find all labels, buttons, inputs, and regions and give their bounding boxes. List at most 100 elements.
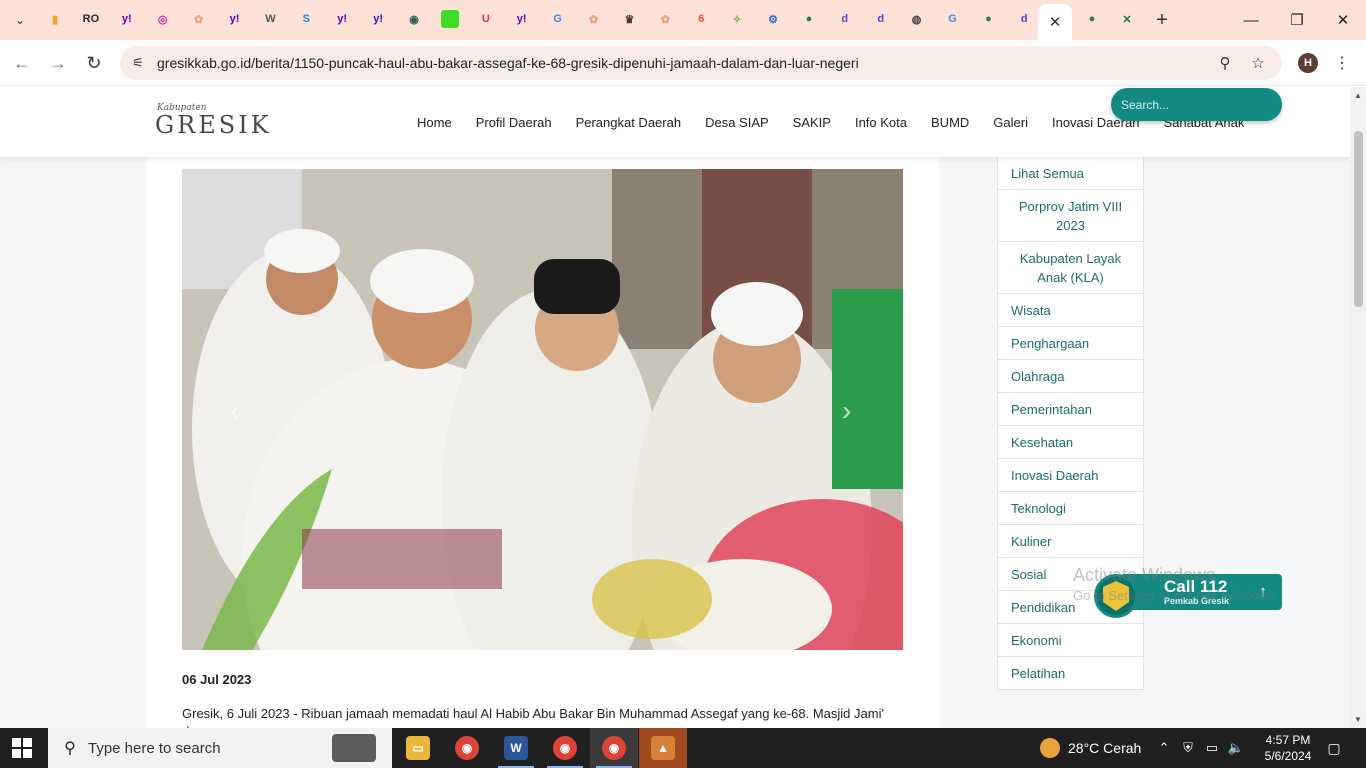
new-tab-plus-icon[interactable]: + [1150, 8, 1174, 32]
analytics-icon[interactable]: ▮ [46, 10, 64, 28]
scroll-up-icon[interactable]: ▲ [1354, 91, 1362, 100]
nav-item-desa-siap[interactable]: Desa SIAP [693, 115, 781, 130]
forward-arrow-icon[interactable]: → [46, 51, 70, 75]
search-highlight-camera-icon[interactable] [332, 734, 376, 762]
six-icon[interactable]: 6 [692, 10, 710, 28]
page-viewport: Kabupaten GRESIK Home Profil Daerah Perang… [0, 87, 1350, 728]
chrome-profile-app[interactable]: ◉ [541, 728, 589, 768]
leaf-icon[interactable]: ✧ [728, 10, 746, 28]
u-icon[interactable]: U [477, 10, 495, 28]
gear-icon[interactable]: ⚙ [764, 10, 782, 28]
category-lihat-semua[interactable]: Lihat Semua [998, 157, 1143, 190]
site-search[interactable] [1111, 88, 1282, 121]
reload-icon[interactable]: ↻ [82, 51, 106, 75]
ro-icon[interactable]: RO [82, 10, 100, 28]
category-pelatihan[interactable]: Pelatihan [998, 657, 1143, 690]
chrome-icon: ◉ [455, 736, 479, 760]
category-inovasi-daerah[interactable]: Inovasi Daerah [998, 459, 1143, 492]
minimize-icon[interactable]: — [1238, 8, 1264, 32]
green-dot-icon[interactable]: ● [979, 10, 997, 28]
category-wisata[interactable]: Wisata [998, 294, 1143, 327]
url-text[interactable]: gresikkab.go.id/berita/1150-puncak-haul-… [157, 55, 859, 71]
s-icon[interactable]: S [297, 10, 315, 28]
weather-text[interactable]: 28°C Cerah [1068, 740, 1141, 756]
notification-icon[interactable]: ▢ [1324, 738, 1344, 758]
system-clock[interactable]: 4:57 PM 5/6/2024 [1258, 732, 1318, 764]
page-scrollbar[interactable]: ▲ ▼ [1350, 87, 1366, 728]
nav-item-bumd[interactable]: BUMD [919, 115, 981, 130]
photos-app[interactable]: ▲ [639, 728, 687, 768]
carousel-prev-icon[interactable]: ‹ [230, 395, 239, 427]
zoom-icon[interactable]: ⚲ [1215, 53, 1235, 73]
weather-icon[interactable] [1040, 738, 1060, 758]
category-kesehatan[interactable]: Kesehatan [998, 426, 1143, 459]
chrome-active-app[interactable]: ◉ [590, 728, 638, 768]
yahoo-icon[interactable]: y! [513, 10, 531, 28]
site-icon[interactable]: ✿ [585, 10, 603, 28]
nav-item-galeri[interactable]: Galeri [981, 115, 1040, 130]
volume-icon[interactable]: 🔈 [1226, 738, 1246, 758]
word-app[interactable]: W [492, 728, 540, 768]
yahoo-icon[interactable]: y! [333, 10, 351, 28]
carousel-next-icon[interactable]: › [842, 395, 851, 427]
google-icon[interactable]: G [549, 10, 567, 28]
search-input[interactable] [1121, 96, 1271, 114]
nav-item-info-kota[interactable]: Info Kota [843, 115, 919, 130]
file-explorer-app[interactable]: ▭ [394, 728, 442, 768]
google-icon[interactable]: G [944, 10, 962, 28]
nav-item-perangkat-daerah[interactable]: Perangkat Daerah [564, 115, 694, 130]
browser-menu-icon[interactable]: ⋮ [1334, 51, 1350, 75]
green-square-icon[interactable] [440, 10, 459, 28]
close-window-icon[interactable]: ✕ [1330, 8, 1356, 32]
network-icon[interactable]: ▭ [1202, 738, 1222, 758]
security-icon[interactable]: ⛨ [1178, 738, 1198, 758]
category-teknologi[interactable]: Teknologi [998, 492, 1143, 525]
category-kuliner[interactable]: Kuliner [998, 525, 1143, 558]
nav-item-profil-daerah[interactable]: Profil Daerah [464, 115, 564, 130]
tray-chevron-icon[interactable]: ⌃ [1154, 738, 1174, 758]
yahoo-icon[interactable]: y! [369, 10, 387, 28]
scroll-down-icon[interactable]: ▼ [1354, 715, 1362, 724]
emblem-icon[interactable]: ♛ [620, 10, 638, 28]
active-tab-close-icon[interactable]: ✕ [1038, 4, 1072, 40]
taskbar-search-placeholder: Type here to search [88, 740, 221, 757]
green-dot-icon[interactable]: ● [1083, 10, 1101, 28]
browser-toolbar: ← → ↻ ⚟ gresikkab.go.id/berita/1150-punc… [0, 40, 1366, 86]
target-icon[interactable]: ◉ [405, 10, 423, 28]
site-icon[interactable]: ✿ [190, 10, 208, 28]
yahoo-icon[interactable]: y! [118, 10, 136, 28]
scroll-thumb[interactable] [1354, 131, 1363, 307]
globe-icon[interactable]: ◍ [908, 10, 926, 28]
windows-start-icon[interactable] [12, 738, 32, 758]
taskbar-search-box[interactable]: ⚲ Type here to search [48, 728, 392, 768]
category-penghargaan[interactable]: Penghargaan [998, 327, 1143, 360]
restore-icon[interactable]: ❐ [1284, 8, 1310, 32]
instagram-icon[interactable]: ◎ [154, 10, 172, 28]
bookmark-star-icon[interactable]: ☆ [1248, 53, 1268, 73]
nav-item-home[interactable]: Home [405, 115, 464, 130]
yahoo-icon[interactable]: y! [226, 10, 244, 28]
tab-search-chevron-icon[interactable]: ⌄ [8, 8, 32, 32]
article-date: 06 Jul 2023 [182, 672, 252, 687]
category-kabupaten-layak-anak-kla[interactable]: Kabupaten Layak Anak (KLA) [998, 242, 1143, 294]
site-info-icon[interactable]: ⚟ [128, 53, 148, 73]
site-logo[interactable]: Kabupaten GRESIK [155, 103, 277, 139]
nav-item-sakip[interactable]: SAKIP [781, 115, 843, 130]
watermark-title: Activate Windows [1073, 565, 1216, 585]
profile-avatar[interactable]: H [1298, 53, 1318, 73]
d-icon[interactable]: d [1015, 10, 1033, 28]
category-ekonomi[interactable]: Ekonomi [998, 624, 1143, 657]
search-icon: ⚲ [64, 740, 76, 757]
green-dot-icon[interactable]: ● [800, 10, 818, 28]
category-olahraga[interactable]: Olahraga [998, 360, 1143, 393]
category-porprov-jatim-viii-2023[interactable]: Porprov Jatim VIII 2023 [998, 190, 1143, 242]
site-icon[interactable]: ✿ [656, 10, 674, 28]
back-arrow-icon[interactable]: ← [10, 51, 34, 75]
excel-icon[interactable]: ✕ [1118, 10, 1136, 28]
chrome-app[interactable]: ◉ [443, 728, 491, 768]
category-pemerintahan[interactable]: Pemerintahan [998, 393, 1143, 426]
address-bar[interactable]: ⚟ gresikkab.go.id/berita/1150-puncak-hau… [120, 46, 1282, 80]
d-icon[interactable]: d [836, 10, 854, 28]
d-icon[interactable]: d [872, 10, 890, 28]
wikipedia-icon[interactable]: W [261, 10, 279, 28]
